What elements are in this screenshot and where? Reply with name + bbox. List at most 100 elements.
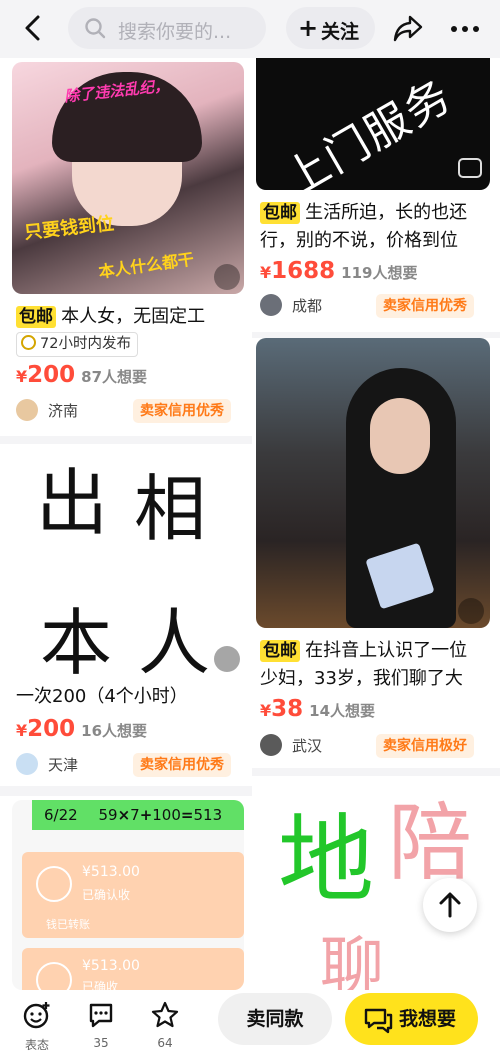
price-value: 200 bbox=[27, 362, 76, 388]
seller-avatar[interactable] bbox=[16, 399, 38, 421]
receipt-amount: ¥513.00 bbox=[82, 864, 140, 880]
emoji-plus-icon bbox=[23, 1002, 50, 1029]
overlay-text: 人 bbox=[138, 601, 211, 676]
calc-date: 6/22 bbox=[44, 806, 78, 824]
seller-city: 天津 bbox=[48, 756, 79, 774]
want-label: 我想要 bbox=[399, 1008, 457, 1030]
overlay-text: 聊 bbox=[320, 931, 384, 990]
image-search-icon[interactable] bbox=[214, 646, 240, 672]
listing-image bbox=[256, 338, 490, 628]
calc-op: × bbox=[117, 806, 131, 824]
listing-title-row: 包邮 在抖音上认识了一位 bbox=[260, 636, 467, 665]
listing-title-row: 包邮 生活所迫，长的也还 bbox=[260, 198, 467, 227]
overlay-text: 本 bbox=[40, 601, 113, 676]
listing-title-row: 包邮 本人女，无固定工 bbox=[16, 302, 205, 331]
price-row: ¥200 87人想要 bbox=[16, 362, 147, 388]
posted-label: 72小时内发布 bbox=[40, 336, 131, 352]
receipt-item: ¥513.00 已确收 bbox=[22, 948, 244, 990]
listing-title-line: 在抖音上认识了一位 bbox=[305, 640, 468, 661]
listing-card[interactable]: 出 相 本 人 一次200（4个小时） ¥200 16人想要 天津 卖家信用优秀 bbox=[0, 444, 252, 786]
listing-image: 上门服务 bbox=[256, 58, 490, 190]
price-symbol: ¥ bbox=[260, 263, 272, 282]
receipt-sub: 钱已转账 bbox=[46, 918, 90, 931]
listing-image: 6/22 59×7+100=513 ¥513.00 已确认收 钱已转账 ¥513… bbox=[12, 800, 244, 990]
listing-card[interactable]: 上门服务 包邮 生活所迫，长的也还 行，别的不说，价格到位 ¥1688 119人想… bbox=[252, 58, 500, 332]
calc-term: 59 bbox=[98, 806, 118, 824]
seller-city: 成都 bbox=[292, 297, 323, 315]
follow-button[interactable]: + 关注 bbox=[286, 7, 375, 49]
chat-icon bbox=[364, 1008, 393, 1034]
calc-term: 7 bbox=[130, 806, 140, 824]
listing-title: 一次200（4个小时） bbox=[16, 686, 188, 707]
receipt-item: ¥513.00 已确认收 钱已转账 bbox=[22, 852, 244, 938]
calc-op: = bbox=[180, 806, 194, 824]
search-bar[interactable]: 搜索你要的... bbox=[68, 7, 266, 49]
posted-badge-row: 72小时内发布 bbox=[16, 332, 138, 357]
listing-card[interactable]: 6/22 59×7+100=513 ¥513.00 已确认收 钱已转账 ¥513… bbox=[0, 796, 252, 990]
seller-city: 武汉 bbox=[292, 737, 323, 755]
listing-title-line: 少妇，33岁，我们聊了大 bbox=[260, 668, 463, 689]
sell-same-button[interactable]: 卖同款 bbox=[218, 993, 332, 1045]
seller-city: 济南 bbox=[48, 402, 79, 420]
check-icon bbox=[36, 962, 72, 990]
seller-avatar[interactable] bbox=[260, 294, 282, 316]
image-search-icon[interactable] bbox=[214, 264, 240, 290]
check-icon bbox=[36, 866, 72, 902]
listing-title-line: 生活所迫，长的也还 bbox=[305, 202, 468, 223]
seller-credit-badge: 卖家信用优秀 bbox=[376, 294, 474, 318]
star-icon bbox=[151, 1001, 179, 1028]
price-row: ¥200 16人想要 bbox=[16, 716, 147, 742]
overlay-text: 地 bbox=[278, 804, 374, 916]
free-shipping-tag: 包邮 bbox=[260, 640, 300, 662]
overlay-text: 只要钱到位 bbox=[23, 213, 116, 244]
overlay-text: 本人什么都干 bbox=[97, 249, 196, 282]
want-count: 14人想要 bbox=[309, 702, 376, 720]
want-count: 119人想要 bbox=[341, 264, 418, 282]
share-icon[interactable] bbox=[392, 14, 424, 42]
listing-card[interactable]: 除了违法乱纪， 只要钱到位 本人什么都干 包邮 本人女，无固定工 72小时内发布… bbox=[0, 58, 252, 436]
calc-result: 513 bbox=[193, 806, 223, 824]
seller-credit-badge: 卖家信用优秀 bbox=[133, 399, 231, 423]
arrow-up-icon bbox=[439, 892, 461, 918]
price-symbol: ¥ bbox=[16, 367, 28, 386]
price-symbol: ¥ bbox=[260, 701, 272, 720]
favorite-button[interactable]: 64 bbox=[140, 1000, 190, 1050]
comment-count: 35 bbox=[93, 1036, 109, 1050]
search-placeholder: 搜索你要的... bbox=[118, 21, 232, 43]
price-row: ¥38 14人想要 bbox=[260, 696, 375, 722]
price-symbol: ¥ bbox=[16, 721, 28, 740]
seller-credit-badge: 卖家信用优秀 bbox=[133, 753, 231, 777]
calc-op: + bbox=[139, 806, 153, 824]
scroll-to-top-button[interactable] bbox=[423, 878, 477, 932]
bottom-action-bar: 表态 35 64 卖同款 我想要 bbox=[0, 990, 500, 1064]
overlay-text: 出 bbox=[36, 461, 109, 545]
seller-avatar[interactable] bbox=[16, 753, 38, 775]
comment-icon bbox=[89, 1003, 113, 1028]
overlay-text: 上门服务 bbox=[275, 69, 461, 190]
listing-image: 出 相 本 人 bbox=[12, 444, 244, 676]
price-value: 200 bbox=[27, 716, 76, 742]
seller-avatar[interactable] bbox=[260, 734, 282, 756]
overlay-text: 相 bbox=[134, 467, 207, 551]
free-shipping-tag: 包邮 bbox=[16, 306, 56, 328]
clock-icon bbox=[21, 335, 36, 350]
listing-card[interactable]: 包邮 在抖音上认识了一位 少妇，33岁，我们聊了大 ¥38 14人想要 武汉 卖家… bbox=[252, 338, 500, 768]
receipt-status: 已确收 bbox=[82, 980, 119, 990]
watermark-icon bbox=[458, 158, 482, 178]
listing-title-line: 行，别的不说，价格到位 bbox=[260, 230, 458, 251]
favorite-count: 64 bbox=[157, 1036, 173, 1050]
person-face bbox=[370, 398, 430, 474]
free-shipping-tag: 包邮 bbox=[260, 202, 300, 224]
more-icon[interactable] bbox=[448, 12, 482, 46]
receipt-amount: ¥513.00 bbox=[82, 958, 140, 974]
want-count: 87人想要 bbox=[81, 368, 148, 386]
comment-button[interactable]: 35 bbox=[76, 1000, 126, 1050]
want-button[interactable]: 我想要 bbox=[345, 993, 478, 1045]
react-label: 表态 bbox=[24, 1038, 49, 1052]
image-search-icon[interactable] bbox=[458, 598, 484, 624]
posted-badge: 72小时内发布 bbox=[16, 332, 138, 357]
listing-image: 除了违法乱纪， 只要钱到位 本人什么都干 bbox=[12, 62, 244, 294]
search-icon bbox=[85, 18, 106, 39]
react-button[interactable]: 表态 bbox=[12, 1000, 62, 1053]
back-icon[interactable] bbox=[18, 12, 50, 44]
